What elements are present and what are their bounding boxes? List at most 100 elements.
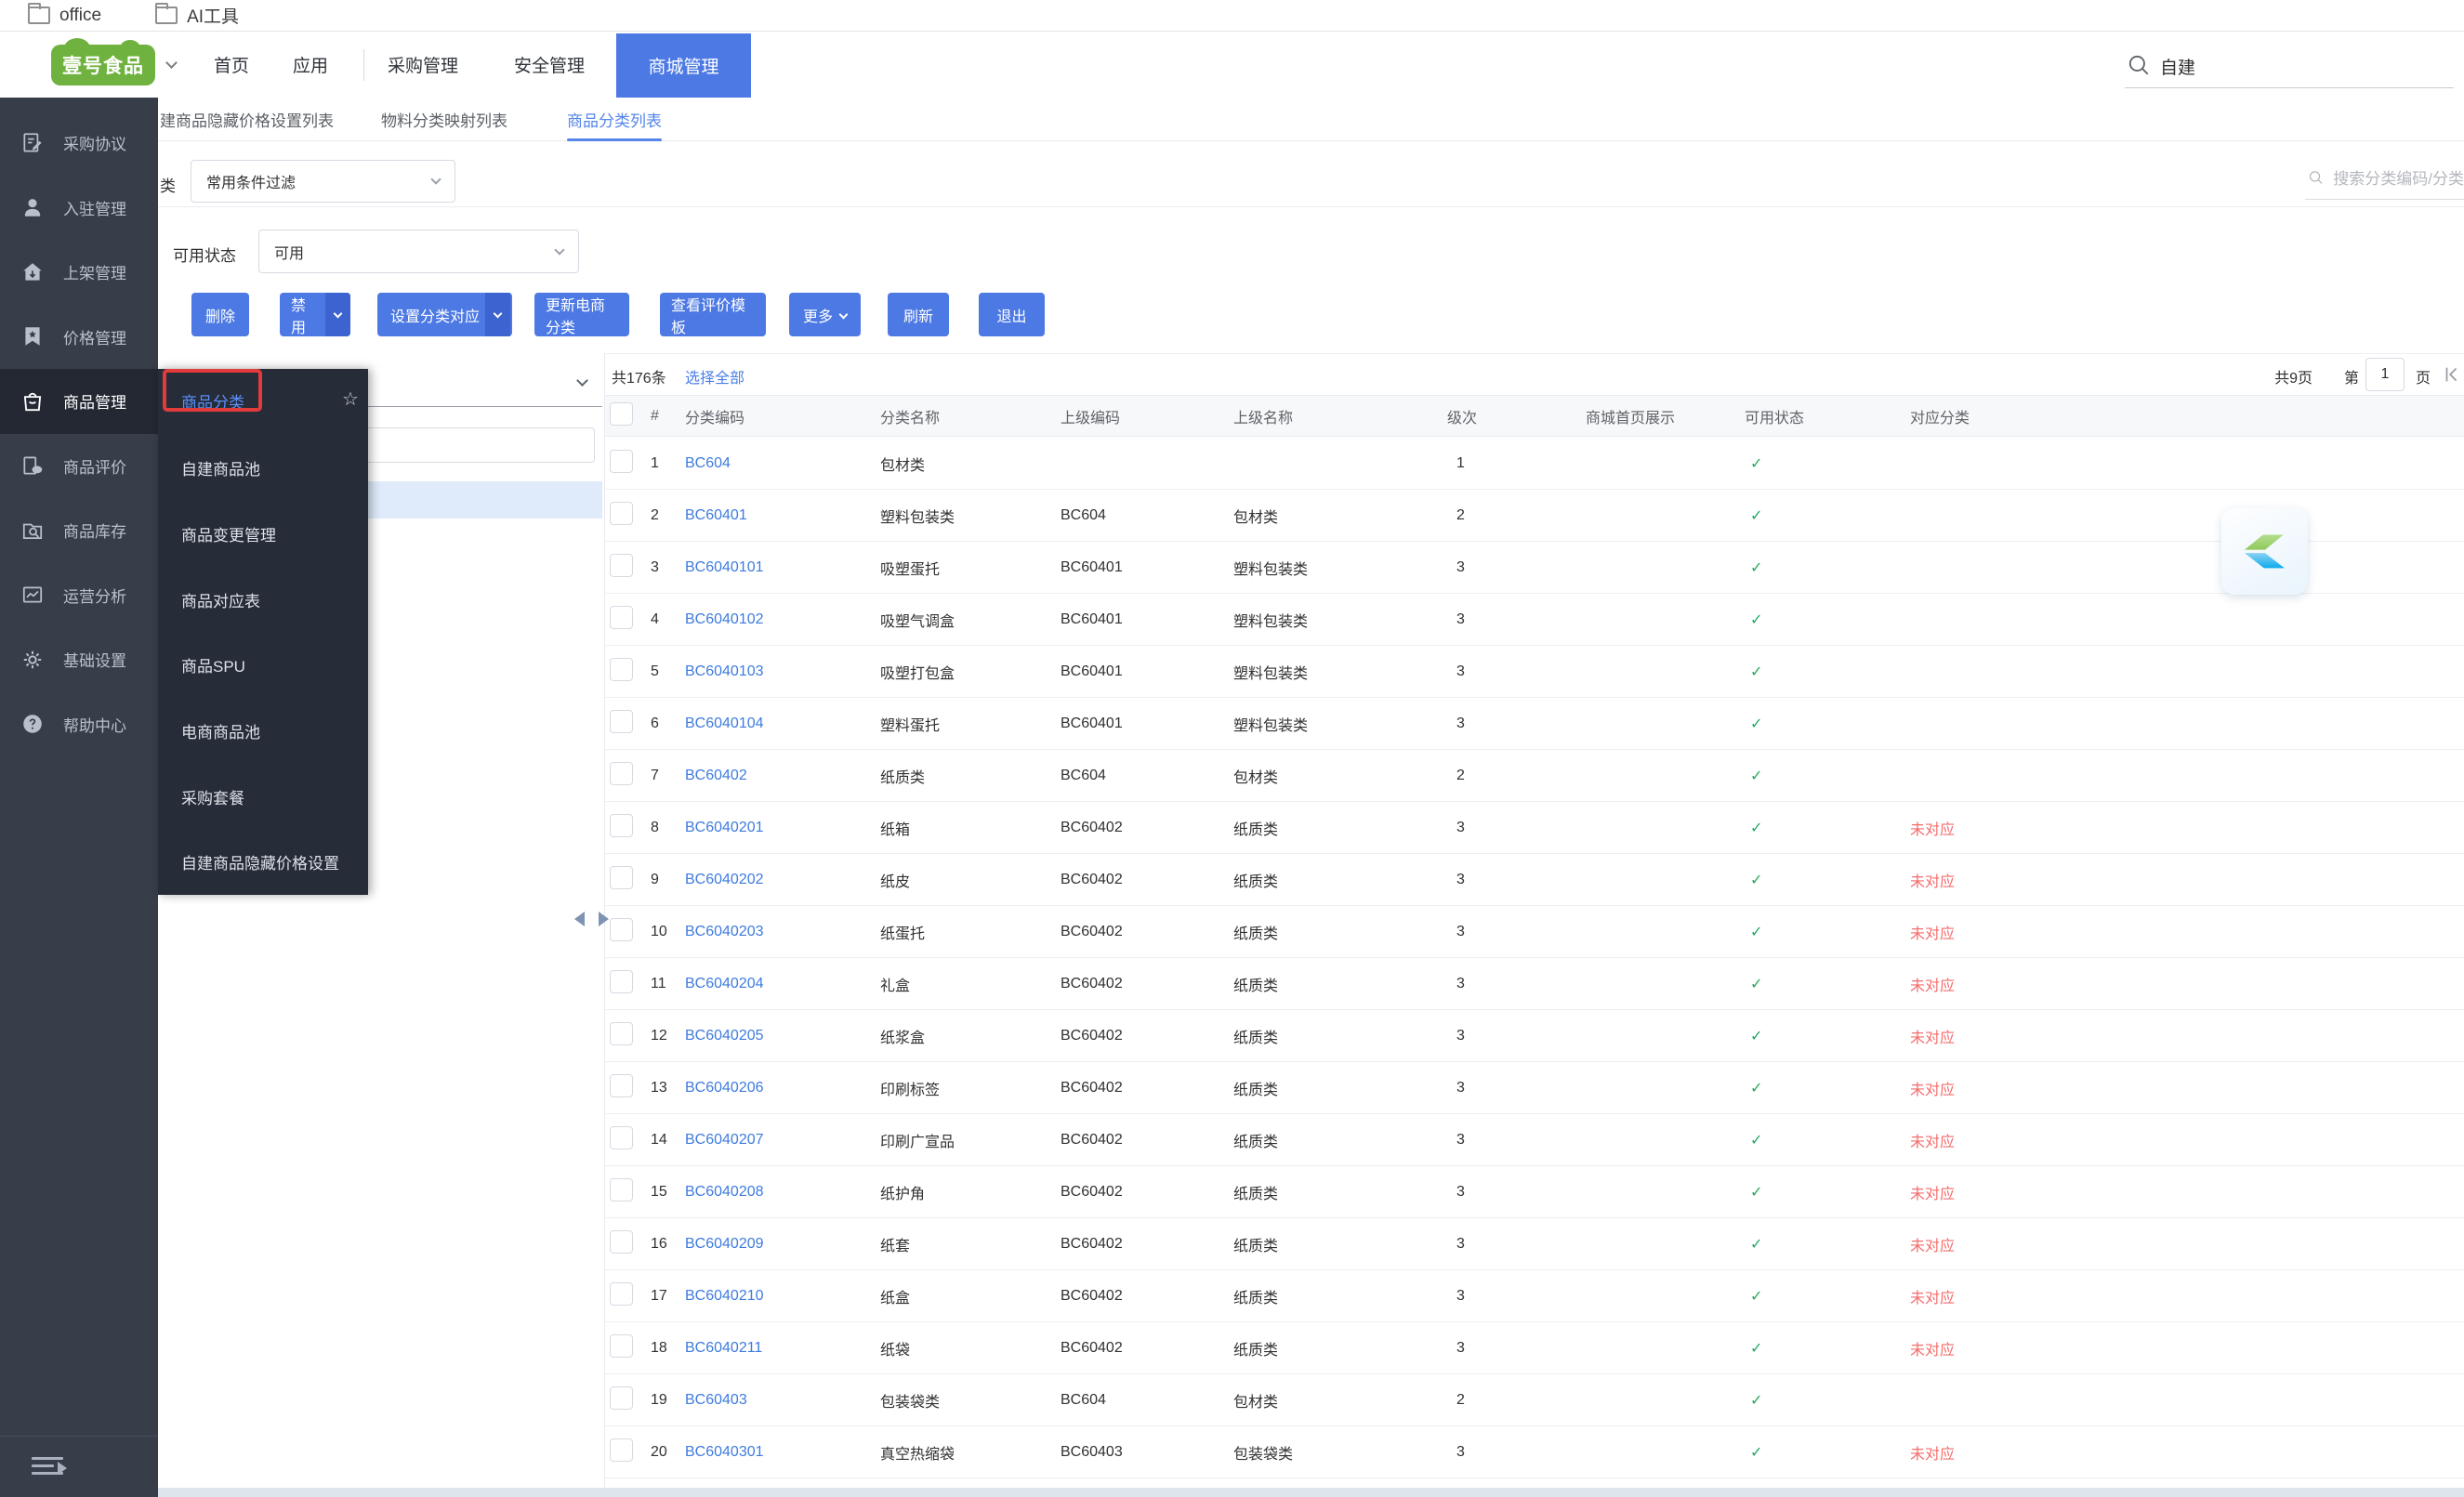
row-checkbox[interactable] — [610, 1282, 633, 1306]
category-code-link[interactable]: BC604 — [685, 455, 731, 471]
select-all-checkbox[interactable] — [610, 402, 633, 426]
sidebar-item-shelf-mgmt[interactable]: 上架管理 — [0, 240, 158, 305]
flyout-item-self-goods-pool[interactable]: 自建商品池 — [181, 456, 260, 479]
logo-chevron-down-icon[interactable] — [165, 57, 178, 69]
table-row[interactable]: 18BC6040211纸袋BC60402纸质类3✓未对应 — [604, 1322, 2464, 1374]
sidebar-item-price-mgmt[interactable]: 价格管理 — [0, 305, 158, 370]
sidebar-item-operation-analytics[interactable]: 运营分析 — [0, 563, 158, 628]
expand-panel-right-icon[interactable] — [599, 912, 609, 926]
nav-item-home[interactable]: 首页 — [214, 32, 249, 98]
table-row[interactable]: 4BC6040102吸塑气调盒BC60401塑料包装类3✓ — [604, 594, 2464, 646]
category-code-link[interactable]: BC6040103 — [685, 663, 764, 679]
set-mapping-dropdown-toggle[interactable] — [485, 293, 510, 336]
row-checkbox[interactable] — [610, 450, 633, 473]
company-logo[interactable]: 壹号食品 — [51, 45, 155, 85]
table-row[interactable]: 3BC6040101吸塑蛋托BC60401塑料包装类3✓ — [604, 542, 2464, 594]
tab-goods-category-list[interactable]: 商品分类列表 — [567, 98, 662, 141]
row-checkbox[interactable] — [610, 554, 633, 577]
category-code-link[interactable]: BC6040101 — [685, 559, 764, 575]
search-icon[interactable] — [2127, 53, 2151, 82]
category-code-link[interactable]: BC60402 — [685, 768, 747, 783]
row-checkbox[interactable] — [610, 762, 633, 785]
flyout-item-purchase-package[interactable]: 采购套餐 — [181, 785, 244, 808]
table-row[interactable]: 19BC60403包装袋类BC604包材类2✓ — [604, 1374, 2464, 1426]
row-checkbox[interactable] — [610, 1074, 633, 1097]
browser-tab-office[interactable]: office — [28, 6, 101, 26]
row-checkbox[interactable] — [610, 1334, 633, 1358]
first-page-icon[interactable] — [2442, 364, 2462, 389]
row-checkbox[interactable] — [610, 918, 633, 941]
category-code-link[interactable]: BC6040209 — [685, 1236, 764, 1252]
sidebar-item-goods-inventory[interactable]: 商品库存 — [0, 498, 158, 563]
sidebar-item-basic-settings[interactable]: 基础设置 — [0, 627, 158, 692]
row-checkbox[interactable] — [610, 502, 633, 525]
sidebar-item-purchase-agreement[interactable]: 采购协议 — [0, 111, 158, 176]
category-code-link[interactable]: BC60401 — [685, 507, 747, 523]
sidebar-item-merchant-entry[interactable]: 入驻管理 — [0, 176, 158, 241]
category-code-link[interactable]: BC6040207 — [685, 1132, 764, 1148]
flyout-item-goods-spu[interactable]: 商品SPU — [181, 653, 245, 676]
category-code-link[interactable]: BC6040210 — [685, 1288, 764, 1304]
category-code-link[interactable]: BC6040211 — [685, 1340, 762, 1356]
nav-item-purchase-mgmt[interactable]: 采购管理 — [388, 32, 458, 98]
row-checkbox[interactable] — [610, 1126, 633, 1149]
row-checkbox[interactable] — [610, 1438, 633, 1462]
preset-filter-select[interactable]: 常用条件过滤 — [191, 160, 455, 203]
table-row[interactable]: 2BC60401塑料包装类BC604包材类2✓ — [604, 490, 2464, 542]
category-code-link[interactable]: BC6040206 — [685, 1080, 764, 1096]
set-category-mapping-button[interactable]: 设置分类对应 — [377, 293, 512, 336]
table-row[interactable]: 16BC6040209纸套BC60402纸质类3✓未对应 — [604, 1218, 2464, 1270]
delete-button[interactable]: 删除 — [191, 293, 249, 336]
category-code-link[interactable]: BC6040205 — [685, 1028, 764, 1044]
category-code-link[interactable]: BC6040201 — [685, 820, 764, 835]
row-checkbox[interactable] — [610, 970, 633, 993]
table-row[interactable]: 15BC6040208纸护角BC60402纸质类3✓未对应 — [604, 1166, 2464, 1218]
flyout-item-goods-mapping-table[interactable]: 商品对应表 — [181, 588, 260, 611]
table-row[interactable]: 20BC6040301真空热缩袋BC60403包装袋类3✓未对应 — [604, 1426, 2464, 1478]
table-row[interactable]: 1BC604包材类1✓ — [604, 438, 2464, 490]
table-row[interactable]: 12BC6040205纸浆盒BC60402纸质类3✓未对应 — [604, 1010, 2464, 1062]
row-checkbox[interactable] — [610, 1230, 633, 1254]
more-button[interactable]: 更多 — [789, 293, 861, 336]
category-code-link[interactable]: BC6040104 — [685, 716, 764, 731]
global-search-input[interactable]: 自建 — [2160, 54, 2195, 79]
nav-item-security-mgmt[interactable]: 安全管理 — [514, 32, 585, 98]
exit-button[interactable]: 退出 — [979, 293, 1045, 336]
status-filter-select[interactable]: 可用 — [258, 230, 579, 273]
collapse-panel-left-icon[interactable] — [574, 912, 585, 926]
table-row[interactable]: 7BC60402纸质类BC604包材类2✓ — [604, 750, 2464, 802]
row-checkbox[interactable] — [610, 658, 633, 681]
update-ecom-category-button[interactable]: 更新电商分类 — [534, 293, 629, 336]
category-code-link[interactable]: BC6040202 — [685, 872, 764, 887]
flyout-item-goods-change-mgmt[interactable]: 商品变更管理 — [181, 522, 276, 545]
category-code-link[interactable]: BC6040208 — [685, 1184, 764, 1200]
tab-material-mapping-list[interactable]: 物料分类映射列表 — [381, 98, 507, 141]
view-review-template-button[interactable]: 查看评价模板 — [660, 293, 766, 336]
table-row[interactable]: 14BC6040207印刷广宣品BC60402纸质类3✓未对应 — [604, 1114, 2464, 1166]
table-row[interactable]: 9BC6040202纸皮BC60402纸质类3✓未对应 — [604, 854, 2464, 906]
expand-menu-icon[interactable] — [32, 1457, 71, 1481]
table-row[interactable]: 13BC6040206印刷标签BC60402纸质类3✓未对应 — [604, 1062, 2464, 1114]
table-row[interactable]: 5BC6040103吸塑打包盒BC60401塑料包装类3✓ — [604, 646, 2464, 698]
row-checkbox[interactable] — [610, 1022, 633, 1045]
row-checkbox[interactable] — [610, 814, 633, 837]
category-code-link[interactable]: BC6040102 — [685, 611, 764, 627]
disable-dropdown-toggle[interactable] — [325, 293, 350, 336]
sidebar-item-help-center[interactable]: 帮助中心 — [0, 692, 158, 757]
category-code-link[interactable]: BC6040203 — [685, 924, 764, 939]
row-checkbox[interactable] — [610, 866, 633, 889]
screenshot-tool-logo[interactable] — [2221, 508, 2308, 595]
tree-select-chevron-icon[interactable] — [576, 374, 588, 387]
refresh-button[interactable]: 刷新 — [888, 293, 949, 336]
flyout-item-ecom-goods-pool[interactable]: 电商商品池 — [181, 719, 260, 742]
flyout-item-hidden-price-setting[interactable]: 自建商品隐藏价格设置 — [181, 850, 339, 873]
row-checkbox[interactable] — [610, 1178, 633, 1202]
page-number-input[interactable] — [2365, 358, 2405, 391]
table-row[interactable]: 17BC6040210纸盒BC60402纸质类3✓未对应 — [604, 1270, 2464, 1322]
tab-hidden-price-list[interactable]: 建商品隐藏价格设置列表 — [160, 98, 334, 141]
select-all-link[interactable]: 选择全部 — [685, 365, 744, 387]
horizontal-scrollbar[interactable] — [158, 1488, 2464, 1497]
category-search-input[interactable]: 搜索分类编码/分类 — [2308, 165, 2464, 189]
table-row[interactable]: 10BC6040203纸蛋托BC60402纸质类3✓未对应 — [604, 906, 2464, 958]
nav-item-mall-mgmt-active[interactable]: 商城管理 — [616, 33, 751, 98]
